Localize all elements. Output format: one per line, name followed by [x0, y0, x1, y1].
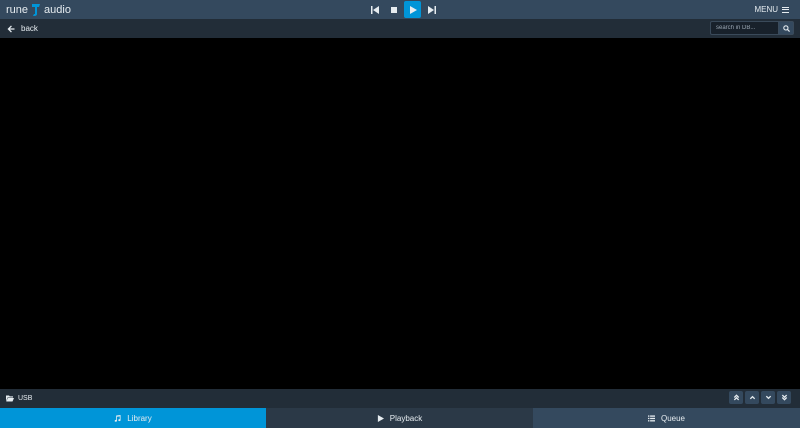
tab-playback[interactable]: Playback	[266, 408, 533, 428]
scroll-down-button[interactable]	[761, 391, 775, 404]
path-bar: USB	[0, 389, 800, 408]
play-button[interactable]	[404, 1, 421, 18]
tab-playback-label: Playback	[389, 413, 423, 423]
back-button[interactable]: back	[7, 22, 38, 35]
logo-text-left: rune	[6, 3, 29, 16]
arrow-left-icon	[7, 25, 15, 32]
top-bar: rune audio MENU	[0, 0, 800, 19]
double-chevron-up-icon	[733, 394, 739, 401]
search-box	[710, 21, 794, 35]
stop-icon	[390, 6, 397, 13]
tab-library[interactable]: Library	[0, 408, 266, 428]
library-header-bar: back	[0, 19, 800, 38]
next-button[interactable]	[423, 1, 440, 18]
search-input[interactable]	[710, 21, 778, 35]
menu-button[interactable]: MENU	[754, 2, 789, 17]
tab-queue[interactable]: Queue	[533, 408, 800, 428]
play-icon	[377, 414, 384, 422]
scroll-bottom-button[interactable]	[777, 391, 791, 404]
hamburger-icon	[782, 6, 789, 13]
tab-queue-label: Queue	[660, 413, 686, 423]
breadcrumb-label: USB	[18, 395, 33, 402]
tab-library-label: Library	[127, 413, 152, 423]
library-content-area	[0, 38, 800, 389]
scroll-top-button[interactable]	[729, 391, 743, 404]
breadcrumb[interactable]: USB	[6, 393, 32, 404]
music-note-icon	[114, 414, 121, 422]
bottom-tab-bar: Library Playback Queue	[0, 408, 800, 428]
next-icon	[427, 5, 436, 14]
menu-label: MENU	[754, 5, 778, 14]
play-icon	[409, 5, 417, 14]
scroll-up-button[interactable]	[745, 391, 759, 404]
previous-button[interactable]	[366, 1, 383, 18]
search-button[interactable]	[778, 21, 794, 35]
double-chevron-down-icon	[781, 394, 787, 401]
list-icon	[647, 414, 655, 421]
transport-controls	[366, 1, 440, 18]
scroll-controls	[729, 391, 791, 404]
rune-logo-icon	[32, 3, 41, 16]
folder-open-icon	[6, 395, 14, 402]
chevron-down-icon	[765, 395, 771, 400]
back-label: back	[21, 24, 38, 33]
app-logo[interactable]: rune audio	[6, 2, 71, 17]
chevron-up-icon	[749, 395, 755, 400]
previous-icon	[370, 5, 379, 14]
logo-text-right: audio	[44, 3, 71, 16]
stop-button[interactable]	[385, 1, 402, 18]
search-icon	[782, 24, 790, 32]
